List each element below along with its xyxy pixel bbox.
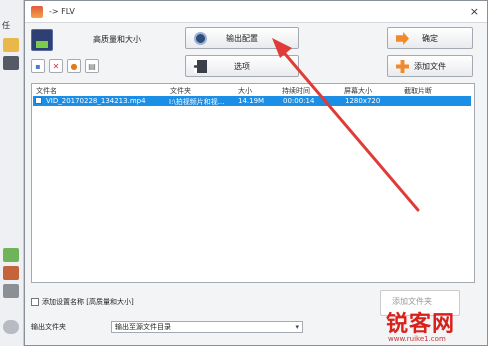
watermark-url: www.ruike1.com	[388, 335, 446, 343]
dialog-title: -> FLV	[49, 7, 75, 16]
remove-button[interactable]: ✕	[49, 59, 63, 73]
toolbox-icon[interactable]	[3, 266, 19, 280]
output-config-label: 输出配置	[226, 33, 258, 43]
close-button[interactable]: ×	[470, 5, 479, 18]
file-list-table[interactable]: 文件名 文件夹 大小 持续时间 屏幕大小 截取片断 VID_20170228_1…	[31, 83, 475, 283]
remove-icon: ✕	[52, 61, 60, 71]
app-icon	[31, 6, 43, 18]
settings-icon[interactable]	[3, 284, 19, 298]
film-icon[interactable]	[3, 56, 19, 70]
add-icon: ▪	[35, 61, 41, 71]
add-setting-name-option[interactable]: 添加设置名称 [高质量和大小]	[31, 297, 134, 307]
output-folder-value: 输出至源文件目录	[115, 323, 171, 331]
output-config-button[interactable]: 输出配置	[185, 27, 299, 49]
background-app-sidebar: 任	[0, 0, 24, 346]
add-small-button[interactable]: ▪	[31, 59, 45, 73]
column-header-size[interactable]: 大小	[238, 86, 252, 96]
play-icon: ●	[70, 61, 78, 71]
film-options-icon	[194, 60, 207, 73]
preset-icon[interactable]	[31, 29, 53, 51]
add-file-label: 添加文件	[414, 61, 446, 71]
column-header-duration[interactable]: 持续时间	[282, 86, 310, 96]
column-header-screen-size[interactable]: 屏幕大小	[344, 86, 372, 96]
info-icon: ▤	[88, 61, 96, 71]
watermark-logo: 锐客网	[386, 312, 456, 337]
row-checkbox[interactable]	[35, 97, 42, 104]
cell-duration: 00:00:14	[283, 97, 315, 105]
cell-screen-size: 1280x720	[345, 97, 381, 105]
confirm-label: 确定	[422, 33, 438, 43]
cell-folder: I:\拍视频片和视...	[169, 98, 225, 106]
options-label: 选项	[234, 61, 250, 71]
info-button[interactable]: ▤	[85, 59, 99, 73]
cell-size: 14.19M	[238, 97, 265, 105]
output-folder-label: 输出文件夹	[31, 323, 66, 331]
confirm-icon	[396, 32, 409, 45]
confirm-button[interactable]: 确定	[387, 27, 473, 49]
cell-filename: VID_20170228_134213.mp4	[46, 97, 146, 105]
preset-name: 高质量和大小	[93, 35, 141, 44]
column-header-folder[interactable]: 文件夹	[170, 86, 191, 96]
column-header-filename[interactable]: 文件名	[36, 86, 57, 96]
add-file-button[interactable]: 添加文件	[387, 55, 473, 77]
table-row[interactable]: VID_20170228_134213.mp4 I:\拍视频片和视... 14.…	[33, 96, 471, 106]
disc-icon[interactable]	[3, 320, 19, 334]
dialog-titlebar[interactable]: -> FLV ×	[25, 1, 487, 23]
gear-icon	[194, 32, 207, 45]
music-icon[interactable]	[3, 248, 19, 262]
options-button[interactable]: 选项	[185, 55, 299, 77]
folder-icon[interactable]	[3, 38, 19, 52]
add-setting-name-label: 添加设置名称 [高质量和大小]	[42, 298, 134, 306]
column-header-clip[interactable]: 截取片断	[404, 86, 432, 96]
output-folder-select[interactable]: 输出至源文件目录 ▾	[111, 321, 303, 333]
background-label: 任	[2, 21, 10, 30]
chevron-down-icon: ▾	[295, 323, 299, 331]
play-button[interactable]: ●	[67, 59, 81, 73]
add-setting-name-checkbox[interactable]	[31, 298, 39, 306]
plus-icon	[396, 60, 409, 73]
